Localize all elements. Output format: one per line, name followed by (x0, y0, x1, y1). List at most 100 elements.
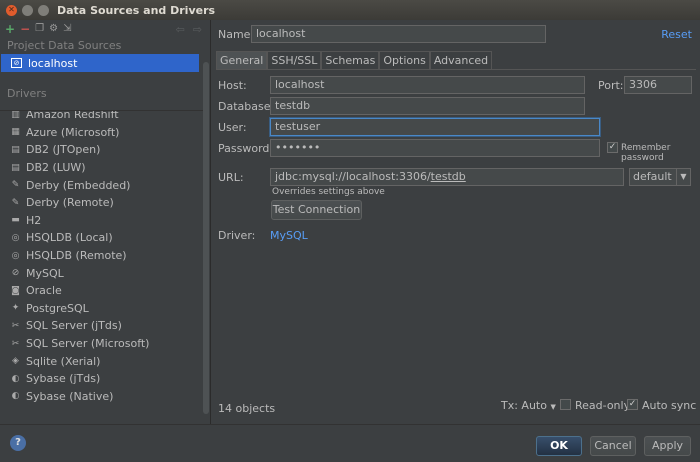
driver-item[interactable]: ◐ Sybase (Native) (0, 388, 210, 406)
driver-label: Azure (Microsoft) (26, 125, 120, 139)
password-field[interactable]: ••••••• (270, 139, 600, 157)
chevron-down-icon[interactable]: ▼ (676, 169, 690, 185)
password-label: Password: (218, 142, 274, 155)
apply-button[interactable]: Apply (644, 436, 691, 456)
data-source-item-localhost[interactable]: ⊘ localhost (1, 54, 199, 72)
copy-icon[interactable]: ❐ (35, 24, 44, 34)
driver-label: PostgreSQL (26, 301, 89, 315)
db2-icon: ▤ (11, 162, 20, 173)
driver-item[interactable]: ▤ DB2 (LUW) (0, 159, 210, 177)
driver-item[interactable]: ⊘ MySQL (0, 264, 210, 282)
driver-item[interactable]: ✦ PostgreSQL (0, 300, 210, 318)
remember-password-checkbox[interactable]: ✓ (607, 142, 618, 153)
section-divider (0, 110, 205, 111)
window-title: Data Sources and Drivers (57, 3, 216, 17)
help-icon[interactable]: ? (10, 435, 26, 451)
azure-icon: ▦ (11, 127, 20, 138)
driver-item[interactable]: ◎ HSQLDB (Remote) (0, 247, 210, 265)
sqlserver-icon: ✂ (11, 338, 20, 349)
chevron-down-icon: ▼ (550, 403, 556, 411)
driver-item[interactable]: ✎ Derby (Embedded) (0, 176, 210, 194)
driver-item[interactable]: ▥ Amazon Redshift (0, 106, 210, 124)
driver-item[interactable]: ◎ HSQLDB (Local) (0, 229, 210, 247)
back-icon[interactable]: ⇦ (176, 23, 185, 36)
sybase-icon: ◐ (11, 373, 20, 384)
driver-label: SQL Server (Microsoft) (26, 337, 150, 351)
close-window-button[interactable]: ✕ (6, 4, 17, 16)
driver-item[interactable]: ▬ H2 (0, 212, 210, 230)
tab-general[interactable]: General (216, 51, 268, 69)
drivers-heading: Drivers (7, 87, 47, 100)
driver-item[interactable]: ▦ Azure (Microsoft) (0, 124, 210, 142)
sqlite-icon: ◈ (12, 356, 19, 367)
read-only-checkbox[interactable] (560, 399, 571, 410)
driver-label: Sqlite (Xerial) (26, 354, 101, 368)
scrollbar[interactable] (203, 62, 209, 414)
driver-label: Sybase (jTds) (26, 372, 101, 386)
tab-advanced[interactable]: Advanced (429, 51, 493, 69)
driver-label: H2 (26, 213, 42, 227)
url-database: testdb (430, 170, 466, 183)
maximize-window-button[interactable] (38, 4, 49, 16)
minimize-window-button[interactable] (22, 4, 33, 16)
tab-options[interactable]: Options (379, 51, 430, 69)
properties-icon[interactable]: ⚙ (49, 24, 58, 34)
driver-item[interactable]: ◙ Oracle (0, 282, 210, 300)
hsqldb-icon: ◎ (11, 250, 20, 261)
sybase-icon: ◐ (11, 391, 20, 402)
settings-tabs: General SSH/SSL Schemas Options Advanced (216, 51, 493, 69)
remove-icon[interactable]: − (20, 23, 30, 35)
driver-item[interactable]: ✂ SQL Server (Microsoft) (0, 335, 210, 353)
add-icon[interactable]: + (5, 23, 15, 35)
host-field[interactable]: localhost (270, 76, 585, 94)
url-field[interactable]: jdbc:mysql://localhost:3306/testdb (270, 168, 624, 186)
ok-button[interactable]: OK (536, 436, 582, 456)
driver-label: SQL Server (jTds) (26, 319, 122, 333)
driver-label: HSQLDB (Remote) (26, 249, 127, 263)
name-field[interactable]: localhost (251, 25, 546, 43)
driver-item[interactable]: ▤ DB2 (JTOpen) (0, 141, 210, 159)
cancel-button[interactable]: Cancel (590, 436, 636, 456)
driver-label: Derby (Remote) (26, 196, 114, 210)
driver-link[interactable]: MySQL (270, 229, 308, 242)
driver-item[interactable]: ✂ SQL Server (jTds) (0, 317, 210, 335)
tx-mode-label: Tx: Auto (501, 399, 547, 412)
data-source-label: localhost (28, 56, 78, 70)
user-field[interactable]: testuser (270, 118, 600, 136)
port-label: Port: (598, 79, 624, 92)
driver-label: Driver: (218, 229, 256, 242)
port-field[interactable]: 3306 (624, 76, 692, 94)
import-icon[interactable]: ⇲ (63, 24, 71, 34)
driver-label: Sybase (Native) (26, 389, 114, 403)
database-field[interactable]: testdb (270, 97, 585, 115)
tab-schemas[interactable]: Schemas (321, 51, 380, 69)
left-toolbar: + − ❐ ⚙ ⇲ ⇦ ⇨ (0, 20, 210, 38)
driver-item[interactable]: ✎ Derby (Remote) (0, 194, 210, 212)
postgresql-icon: ✦ (11, 303, 20, 314)
user-label: User: (218, 121, 247, 134)
auto-sync-label: Auto sync (642, 399, 697, 412)
auto-sync-checkbox[interactable]: ✓ (627, 399, 638, 410)
db2-icon: ▤ (11, 144, 20, 155)
title-bar: ✕ Data Sources and Drivers (0, 0, 700, 20)
database-label: Database: (218, 100, 275, 113)
driver-label: MySQL (26, 266, 64, 280)
tx-mode-dropdown[interactable]: Tx: Auto ▼ (501, 399, 556, 412)
driver-item[interactable]: ◈ Sqlite (Xerial) (0, 352, 210, 370)
driver-list: ▥ Amazon Redshift ▦ Azure (Microsoft) ▤ DB2 (… (0, 106, 210, 405)
driver-item[interactable]: ◐ Sybase (jTds) (0, 370, 210, 388)
name-label: Name: (218, 28, 255, 41)
reset-link[interactable]: Reset (661, 28, 692, 41)
test-connection-button[interactable]: Test Connection (271, 200, 362, 220)
project-data-sources-heading: Project Data Sources (7, 39, 122, 52)
derby-icon: ✎ (11, 197, 20, 208)
data-source-settings: Name: localhost Reset General SSH/SSL Sc… (211, 20, 700, 424)
driver-label: DB2 (JTOpen) (26, 143, 101, 157)
url-mode-select[interactable]: default ▼ (629, 168, 691, 186)
host-label: Host: (218, 79, 247, 92)
forward-icon[interactable]: ⇨ (193, 23, 202, 36)
data-sources-panel: + − ❐ ⚙ ⇲ ⇦ ⇨ Project Data Sources ⊘ loc… (0, 20, 211, 424)
tab-divider (216, 69, 696, 70)
tab-ssh-ssl[interactable]: SSH/SSL (267, 51, 322, 69)
remember-password-label: Remember password (621, 143, 671, 163)
